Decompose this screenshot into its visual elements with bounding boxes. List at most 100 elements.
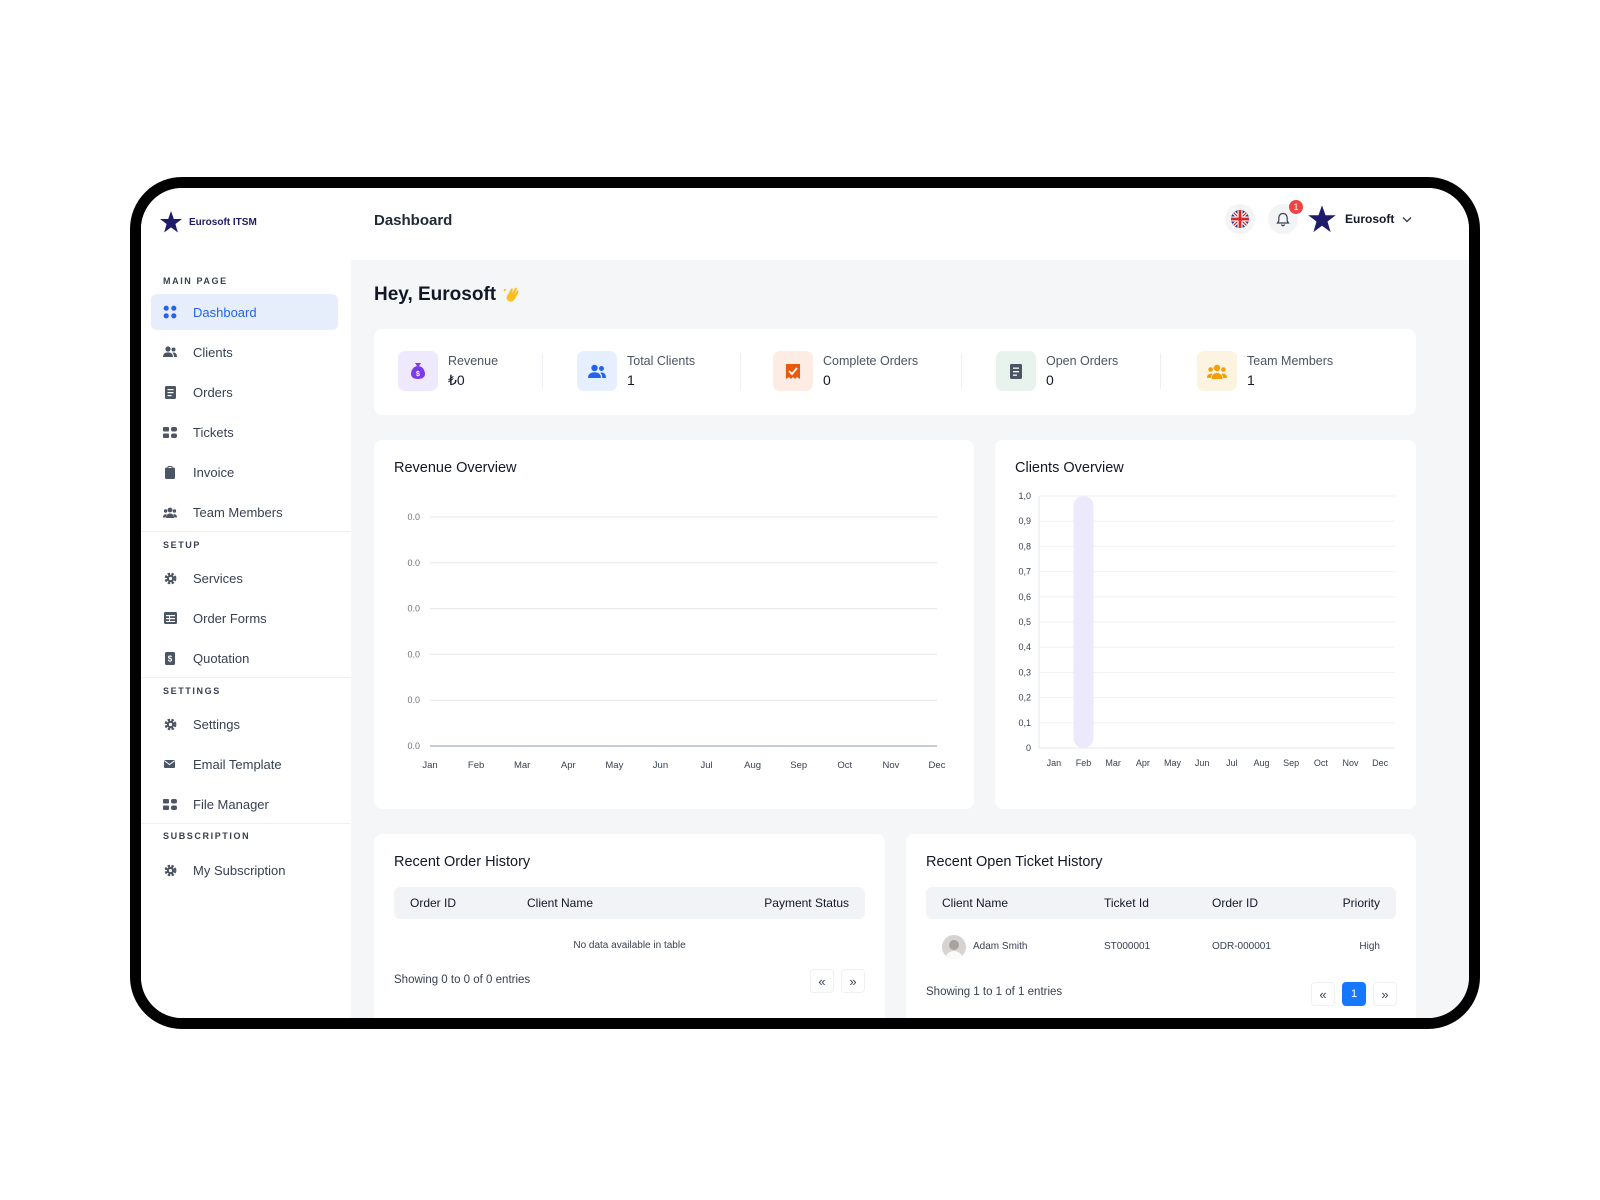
- y-tick-label: 0: [1026, 743, 1031, 753]
- users-icon: [577, 351, 617, 391]
- gear-icon: [163, 863, 177, 877]
- svg-text:$: $: [416, 371, 420, 378]
- x-tick-label: Jul: [700, 760, 712, 771]
- x-tick-label: Mar: [1105, 758, 1121, 768]
- y-tick-label: 0.0: [407, 604, 420, 614]
- y-tick-label: 0,2: [1018, 693, 1031, 703]
- pagination-page-button[interactable]: 1: [1342, 982, 1366, 1006]
- x-tick-label: May: [605, 760, 623, 771]
- users-icon: [163, 345, 177, 359]
- sidebar-item-label: Orders: [193, 384, 233, 400]
- stat-complete-orders: Complete Orders 0: [773, 351, 918, 391]
- check-order-icon: [773, 351, 813, 391]
- x-tick-label: Jun: [653, 760, 668, 771]
- pagination-prev-button[interactable]: «: [810, 969, 834, 993]
- ticket-client-name: Adam Smith: [973, 941, 1028, 952]
- table-row[interactable]: Adam Smith ST000001 ODR-000001 High: [926, 932, 1396, 962]
- sidebar: Eurosoft ITSM MAIN PAGE Dashboard Client…: [141, 188, 351, 1018]
- sidebar-item-services[interactable]: Services: [151, 560, 338, 596]
- bell-icon: [1276, 212, 1290, 226]
- column-header: Order ID: [410, 896, 457, 910]
- notifications-button[interactable]: 1: [1268, 200, 1303, 234]
- ticket-priority: High: [1359, 941, 1380, 952]
- sidebar-item-quotation[interactable]: $ Quotation: [151, 640, 338, 676]
- brand-logo[interactable]: Eurosoft ITSM: [159, 210, 257, 234]
- main-content: Hey, Eurosoft $ Revenue ₺0 Total Clients 1…: [351, 260, 1469, 1018]
- x-tick-label: Feb: [1076, 758, 1092, 768]
- pagination-next-button[interactable]: »: [1373, 982, 1397, 1006]
- sidebar-item-tickets[interactable]: Tickets: [151, 414, 338, 450]
- chevron-down-icon: [1402, 216, 1412, 222]
- avatar: [1308, 205, 1336, 233]
- sidebar-item-settings[interactable]: Settings: [151, 706, 338, 742]
- x-tick-label: Jun: [1195, 758, 1210, 768]
- user-name: Eurosoft: [1345, 212, 1395, 226]
- y-tick-label: 0.0: [407, 512, 420, 522]
- x-tick-label: Apr: [561, 760, 576, 771]
- stat-separator: [1160, 353, 1161, 389]
- stat-revenue: $ Revenue ₺0: [398, 351, 498, 391]
- stat-value: 0: [1046, 372, 1054, 388]
- folder-icon: [163, 797, 177, 811]
- ticket-icon: [163, 425, 177, 439]
- sidebar-item-label: Order Forms: [193, 610, 267, 626]
- greeting-text: Hey, Eurosoft: [374, 284, 497, 305]
- sidebar-item-file-manager[interactable]: File Manager: [151, 786, 338, 822]
- sidebar-item-label: Services: [193, 570, 243, 586]
- sidebar-item-dashboard[interactable]: Dashboard: [151, 294, 338, 330]
- sidebar-item-clients[interactable]: Clients: [151, 334, 338, 370]
- recent-orders-card: Recent Order History Order ID Client Nam…: [374, 834, 885, 1018]
- language-selector[interactable]: [1225, 204, 1255, 234]
- column-header: Ticket Id: [1104, 896, 1149, 910]
- uk-flag-icon: [1231, 210, 1249, 228]
- sidebar-divider: [141, 823, 351, 824]
- x-tick-label: Aug: [744, 760, 761, 771]
- nav-section-title: SETTINGS: [163, 686, 221, 696]
- brand-name: Eurosoft ITSM: [189, 216, 257, 228]
- stat-separator: [740, 353, 741, 389]
- sidebar-divider: [141, 677, 351, 678]
- y-tick-label: 0,3: [1018, 667, 1031, 677]
- sidebar-item-email-template[interactable]: Email Template: [151, 746, 338, 782]
- x-tick-label: Mar: [514, 760, 530, 771]
- x-tick-label: Feb: [468, 760, 484, 771]
- sidebar-item-my-subscription[interactable]: My Subscription: [151, 852, 338, 888]
- gear-icon: [163, 571, 177, 585]
- y-tick-label: 0,9: [1018, 516, 1031, 526]
- column-header: Order ID: [1212, 896, 1259, 910]
- top-bar: Dashboard 1 Eurosoft: [351, 188, 1469, 260]
- avatar: [942, 935, 966, 959]
- user-menu[interactable]: Eurosoft: [1307, 204, 1412, 234]
- sidebar-item-label: Dashboard: [193, 304, 257, 320]
- x-tick-label: Jan: [1047, 758, 1062, 768]
- stat-value: 1: [1247, 372, 1255, 388]
- x-tick-label: Nov: [1342, 758, 1359, 768]
- orders-table-header: Order ID Client Name Payment Status: [394, 887, 865, 919]
- sidebar-item-team-members[interactable]: Team Members: [151, 494, 338, 530]
- sidebar-item-order-forms[interactable]: Order Forms: [151, 600, 338, 636]
- y-tick-label: 0,8: [1018, 541, 1031, 551]
- sidebar-item-orders[interactable]: Orders: [151, 374, 338, 410]
- stats-card: $ Revenue ₺0 Total Clients 1 Complete Orde…: [374, 329, 1416, 415]
- y-tick-label: 0.0: [407, 649, 420, 659]
- document-icon: [163, 385, 177, 399]
- team-icon: [163, 505, 177, 519]
- x-tick-label: Oct: [837, 760, 852, 771]
- pagination-prev-button[interactable]: «: [1311, 982, 1335, 1006]
- card-title: Recent Open Ticket History: [926, 854, 1103, 870]
- team-icon: [1197, 351, 1237, 391]
- table-footer-info: Showing 0 to 0 of 0 entries: [394, 974, 531, 986]
- x-tick-label: Jul: [1226, 758, 1238, 768]
- y-tick-label: 1,0: [1018, 491, 1031, 501]
- column-header: Payment Status: [764, 896, 849, 910]
- y-tick-label: 0,7: [1018, 567, 1031, 577]
- stat-separator: [961, 353, 962, 389]
- pagination-next-button[interactable]: »: [841, 969, 865, 993]
- stat-label: Total Clients: [627, 354, 696, 368]
- x-tick-label: Sep: [1283, 758, 1299, 768]
- ticket-order-id: ODR-000001: [1212, 941, 1271, 952]
- revenue-overview-card: Revenue Overview 0.0 0.0 0.0 0.0 0.0 0.0 Jan Fe…: [374, 440, 974, 809]
- sidebar-item-invoice[interactable]: Invoice: [151, 454, 338, 490]
- table-icon: [163, 611, 177, 625]
- x-tick-label: May: [1164, 758, 1182, 768]
